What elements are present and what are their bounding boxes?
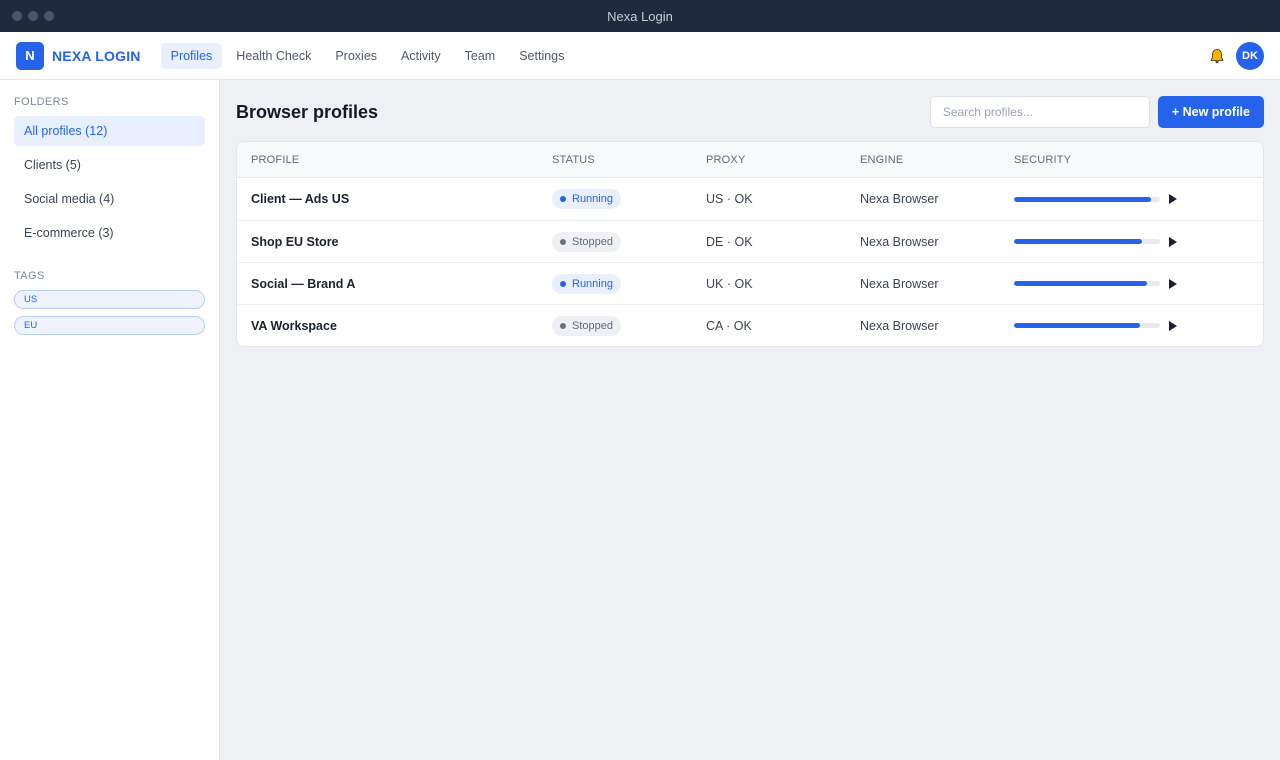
new-profile-button[interactable]: + New profile xyxy=(1157,96,1264,128)
proxy-value: CA · OK xyxy=(706,318,752,333)
tab-team[interactable]: Team xyxy=(455,43,506,69)
profile-name[interactable]: Social — Brand A xyxy=(251,277,355,291)
bell-icon[interactable] xyxy=(1208,47,1226,65)
play-icon[interactable] xyxy=(1169,236,1177,247)
window-titlebar: Nexa Login xyxy=(0,0,1280,32)
status-label: Running xyxy=(572,277,613,290)
security-bar xyxy=(1014,323,1160,328)
tag-eu[interactable]: EU xyxy=(14,316,205,335)
sidebar: FOLDERS All profiles (12) Clients (5) So… xyxy=(0,80,220,760)
table-header: PROFILE STATUS PROXY ENGINE SECURITY xyxy=(237,142,1263,178)
tag-us[interactable]: US xyxy=(14,290,205,309)
engine-value: Nexa Browser xyxy=(860,276,939,291)
security-bar-fill xyxy=(1014,323,1140,328)
folders-title: FOLDERS xyxy=(14,96,69,108)
main-content: Browser profiles + New profile PROFILE S… xyxy=(220,80,1280,760)
status-label: Running xyxy=(572,193,613,205)
tab-proxies[interactable]: Proxies xyxy=(325,43,387,69)
column-header-security[interactable]: SECURITY xyxy=(1014,154,1263,166)
status-badge: Stopped xyxy=(552,231,621,252)
tab-settings[interactable]: Settings xyxy=(509,43,574,69)
proxy-value: UK · OK xyxy=(706,276,753,291)
security-bar xyxy=(1014,281,1160,286)
status-dot xyxy=(560,196,566,202)
status-badge: Running xyxy=(552,273,621,294)
play-icon[interactable] xyxy=(1169,320,1177,331)
top-navigation: N NEXA LOGIN Profiles Health Check Proxi… xyxy=(0,32,1280,80)
tab-health-check[interactable]: Health Check xyxy=(226,43,321,69)
status-badge: Stopped xyxy=(552,315,621,336)
status-badge: Running xyxy=(552,189,621,209)
window-title: Nexa Login xyxy=(607,8,673,24)
maximize-window-button[interactable] xyxy=(44,11,54,21)
nav-tabs: Profiles Health Check Proxies Activity T… xyxy=(160,42,575,69)
folder-social-media[interactable]: Social media (4) xyxy=(14,184,205,214)
security-bar xyxy=(1014,239,1160,244)
play-icon[interactable] xyxy=(1169,194,1177,204)
tab-profiles[interactable]: Profiles xyxy=(160,42,223,69)
column-header-profile[interactable]: PROFILE xyxy=(251,154,552,166)
table-row[interactable]: Client — Ads US Running US · OK Nexa Bro… xyxy=(237,178,1263,220)
status-dot xyxy=(560,280,566,287)
engine-value: Nexa Browser xyxy=(860,318,939,333)
folder-e-commerce[interactable]: E-commerce (3) xyxy=(14,218,205,248)
folder-clients[interactable]: Clients (5) xyxy=(14,150,205,180)
avatar[interactable]: DK xyxy=(1236,41,1264,70)
page-title: Browser profiles xyxy=(236,101,379,122)
status-label: Stopped xyxy=(572,319,613,332)
engine-value: Nexa Browser xyxy=(860,192,939,206)
security-bar xyxy=(1014,196,1160,202)
table-row[interactable]: Shop EU Store Stopped DE · OK Nexa Brows… xyxy=(237,220,1263,262)
security-bar-fill xyxy=(1014,281,1147,286)
close-window-button[interactable] xyxy=(12,11,22,21)
window-controls xyxy=(0,11,54,21)
folder-all-profiles[interactable]: All profiles (12) xyxy=(14,116,205,146)
table-row[interactable]: Social — Brand A Running UK · OK Nexa Br… xyxy=(237,262,1263,304)
proxy-value: US · OK xyxy=(706,192,753,206)
tab-activity[interactable]: Activity xyxy=(391,43,451,69)
play-icon[interactable] xyxy=(1169,278,1177,289)
tags-title: TAGS xyxy=(14,270,45,282)
column-header-status[interactable]: STATUS xyxy=(552,154,706,166)
minimize-window-button[interactable] xyxy=(28,11,38,21)
security-bar-fill xyxy=(1014,196,1152,202)
nav-right: DK xyxy=(1208,41,1264,70)
column-header-engine[interactable]: ENGINE xyxy=(860,154,1014,166)
proxy-value: DE · OK xyxy=(706,234,753,249)
profile-name[interactable]: VA Workspace xyxy=(251,319,337,333)
search-input[interactable] xyxy=(929,96,1150,128)
column-header-proxy[interactable]: PROXY xyxy=(706,154,860,166)
status-dot xyxy=(560,322,566,329)
profile-name[interactable]: Client — Ads US xyxy=(251,192,349,206)
brand-name: NEXA LOGIN xyxy=(52,47,141,64)
status-label: Stopped xyxy=(572,235,613,248)
engine-value: Nexa Browser xyxy=(860,234,939,249)
security-bar-fill xyxy=(1014,239,1143,244)
status-dot xyxy=(560,238,566,245)
profile-name[interactable]: Shop EU Store xyxy=(251,235,339,249)
profiles-table: PROFILE STATUS PROXY ENGINE SECURITY Cli… xyxy=(236,141,1264,347)
table-row[interactable]: VA Workspace Stopped CA · OK Nexa Browse… xyxy=(237,304,1263,346)
logo-icon: N xyxy=(16,41,44,70)
